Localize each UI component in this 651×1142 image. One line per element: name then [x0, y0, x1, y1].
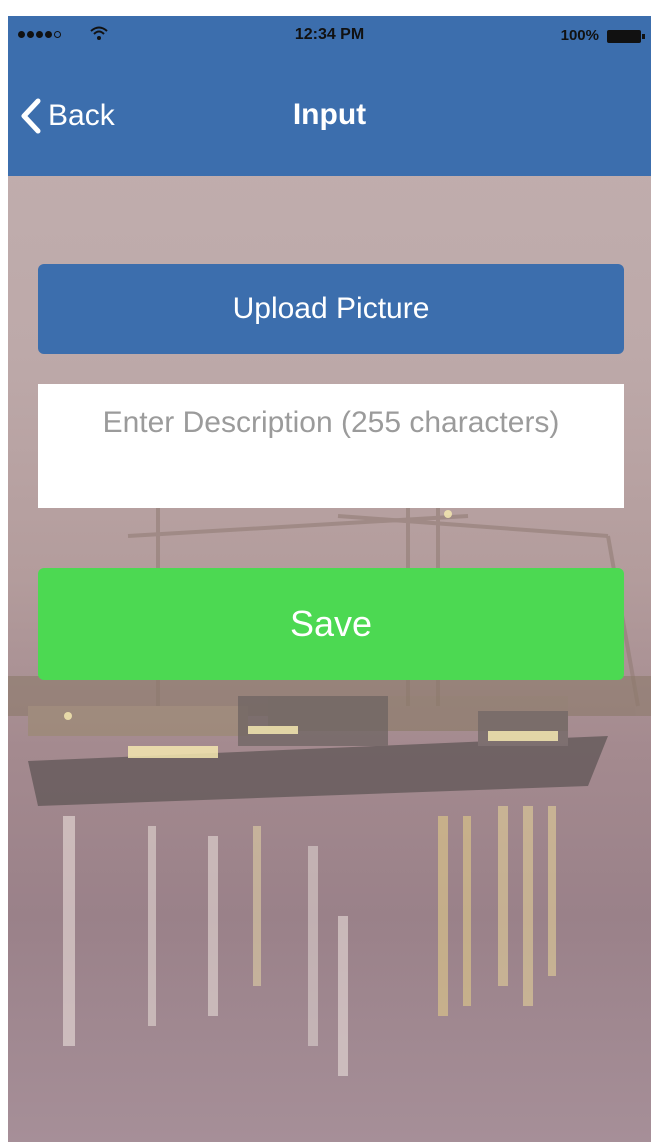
battery-percentage: 100%: [560, 27, 599, 44]
phone-screen: 12:34 PM 100% Back Input Upload Picture …: [8, 16, 651, 1142]
upload-picture-button[interactable]: Upload Picture: [38, 264, 624, 354]
save-button[interactable]: Save: [38, 568, 624, 680]
status-bar: 12:34 PM 100%: [8, 16, 651, 56]
status-time: 12:34 PM: [294, 26, 365, 43]
description-field[interactable]: [38, 384, 624, 508]
page-title: Input: [292, 98, 367, 131]
battery-icon: [607, 30, 645, 43]
